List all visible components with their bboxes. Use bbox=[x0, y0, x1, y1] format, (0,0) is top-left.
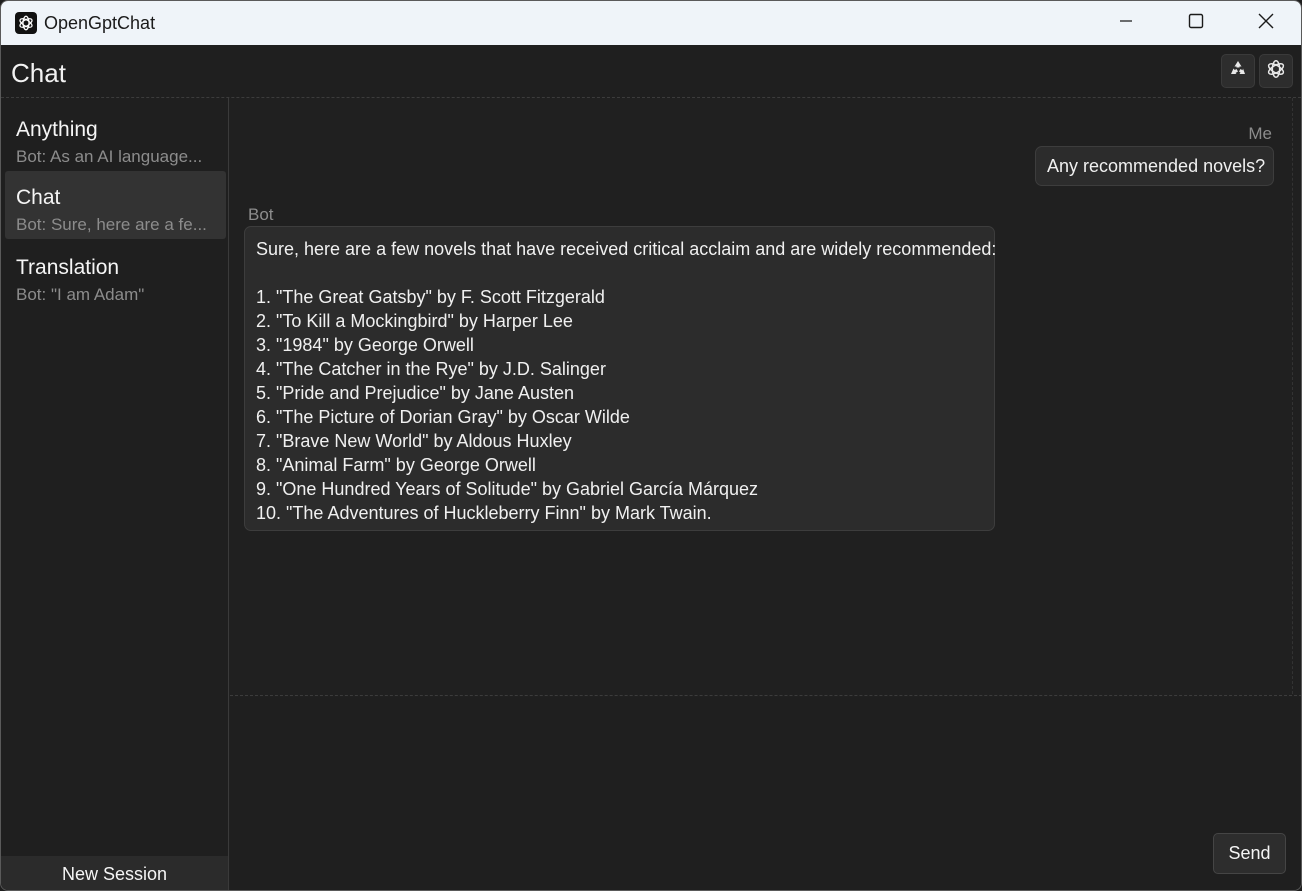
sender-label-me: Me bbox=[1248, 124, 1272, 143]
bot-message-list-item: 2. "To Kill a Mockingbird" by Harper Lee bbox=[256, 311, 573, 331]
app-header: Chat bbox=[1, 45, 1301, 98]
session-preview: Bot: As an AI language... bbox=[16, 147, 203, 166]
openai-logo-icon bbox=[15, 12, 37, 34]
minimize-button[interactable] bbox=[1091, 1, 1161, 45]
bot-message-intro: Sure, here are a few novels that have re… bbox=[256, 239, 997, 259]
chat-messages[interactable]: Me Any recommended novels? Bot Sure, her… bbox=[230, 98, 1301, 696]
page-title: Chat bbox=[11, 58, 66, 88]
bot-message-list-item: 9. "One Hundred Years of Solitude" by Ga… bbox=[256, 479, 759, 499]
title-bar: OpenGptChat bbox=[1, 1, 1301, 45]
gear-icon bbox=[1265, 58, 1287, 85]
session-item-chat[interactable]: Chat Bot: Sure, here are a fe... bbox=[5, 171, 226, 239]
bot-message-list-item: 1. "The Great Gatsby" by F. Scott Fitzge… bbox=[256, 287, 605, 307]
bot-message-list-item: 8. "Animal Farm" by George Orwell bbox=[256, 455, 536, 475]
recycle-icon bbox=[1228, 59, 1248, 84]
bot-message-list-item: 10. "The Adventures of Huckleberry Finn"… bbox=[256, 503, 712, 523]
bot-message-list-item: 7. "Brave New World" by Aldous Huxley bbox=[256, 431, 572, 451]
session-item-anything[interactable]: Anything Bot: As an AI language... bbox=[5, 103, 226, 171]
bot-message-list-item: 6. "The Picture of Dorian Gray" by Oscar… bbox=[256, 407, 630, 427]
session-preview: Bot: "I am Adam" bbox=[16, 285, 145, 304]
bot-message-list-item: 3. "1984" by George Orwell bbox=[256, 335, 474, 355]
bot-message-list-item: 4. "The Catcher in the Rye" by J.D. Sali… bbox=[256, 359, 606, 379]
app-window: OpenGptChat Chat Anything Bot: As an AI … bbox=[0, 0, 1302, 891]
session-preview: Bot: Sure, here are a fe... bbox=[16, 215, 207, 234]
session-item-translation[interactable]: Translation Bot: "I am Adam" bbox=[5, 241, 226, 309]
minimize-icon bbox=[1119, 14, 1133, 33]
recycle-button[interactable] bbox=[1221, 54, 1255, 88]
session-name: Translation bbox=[16, 256, 120, 279]
scroll-track bbox=[1292, 98, 1293, 694]
session-name: Chat bbox=[16, 186, 61, 209]
bot-message-blank-line bbox=[256, 261, 983, 285]
session-sidebar: Anything Bot: As an AI language... Chat … bbox=[1, 98, 229, 890]
bot-message-list-item: 5. "Pride and Prejudice" by Jane Austen bbox=[256, 383, 574, 403]
session-name: Anything bbox=[16, 118, 98, 141]
window-title: OpenGptChat bbox=[44, 13, 156, 33]
close-icon bbox=[1258, 13, 1274, 34]
sender-label-bot: Bot bbox=[248, 205, 274, 224]
close-button[interactable] bbox=[1231, 1, 1301, 45]
bot-message-bubble: Sure, here are a few novels that have re… bbox=[244, 226, 997, 531]
send-button[interactable]: Send bbox=[1213, 833, 1286, 874]
settings-button[interactable] bbox=[1259, 54, 1293, 88]
message-input-area[interactable]: Send bbox=[230, 697, 1301, 890]
maximize-icon bbox=[1188, 13, 1204, 34]
user-message-bubble: Any recommended novels? bbox=[1035, 146, 1274, 186]
new-session-button[interactable]: New Session bbox=[1, 856, 228, 890]
maximize-button[interactable] bbox=[1161, 1, 1231, 45]
